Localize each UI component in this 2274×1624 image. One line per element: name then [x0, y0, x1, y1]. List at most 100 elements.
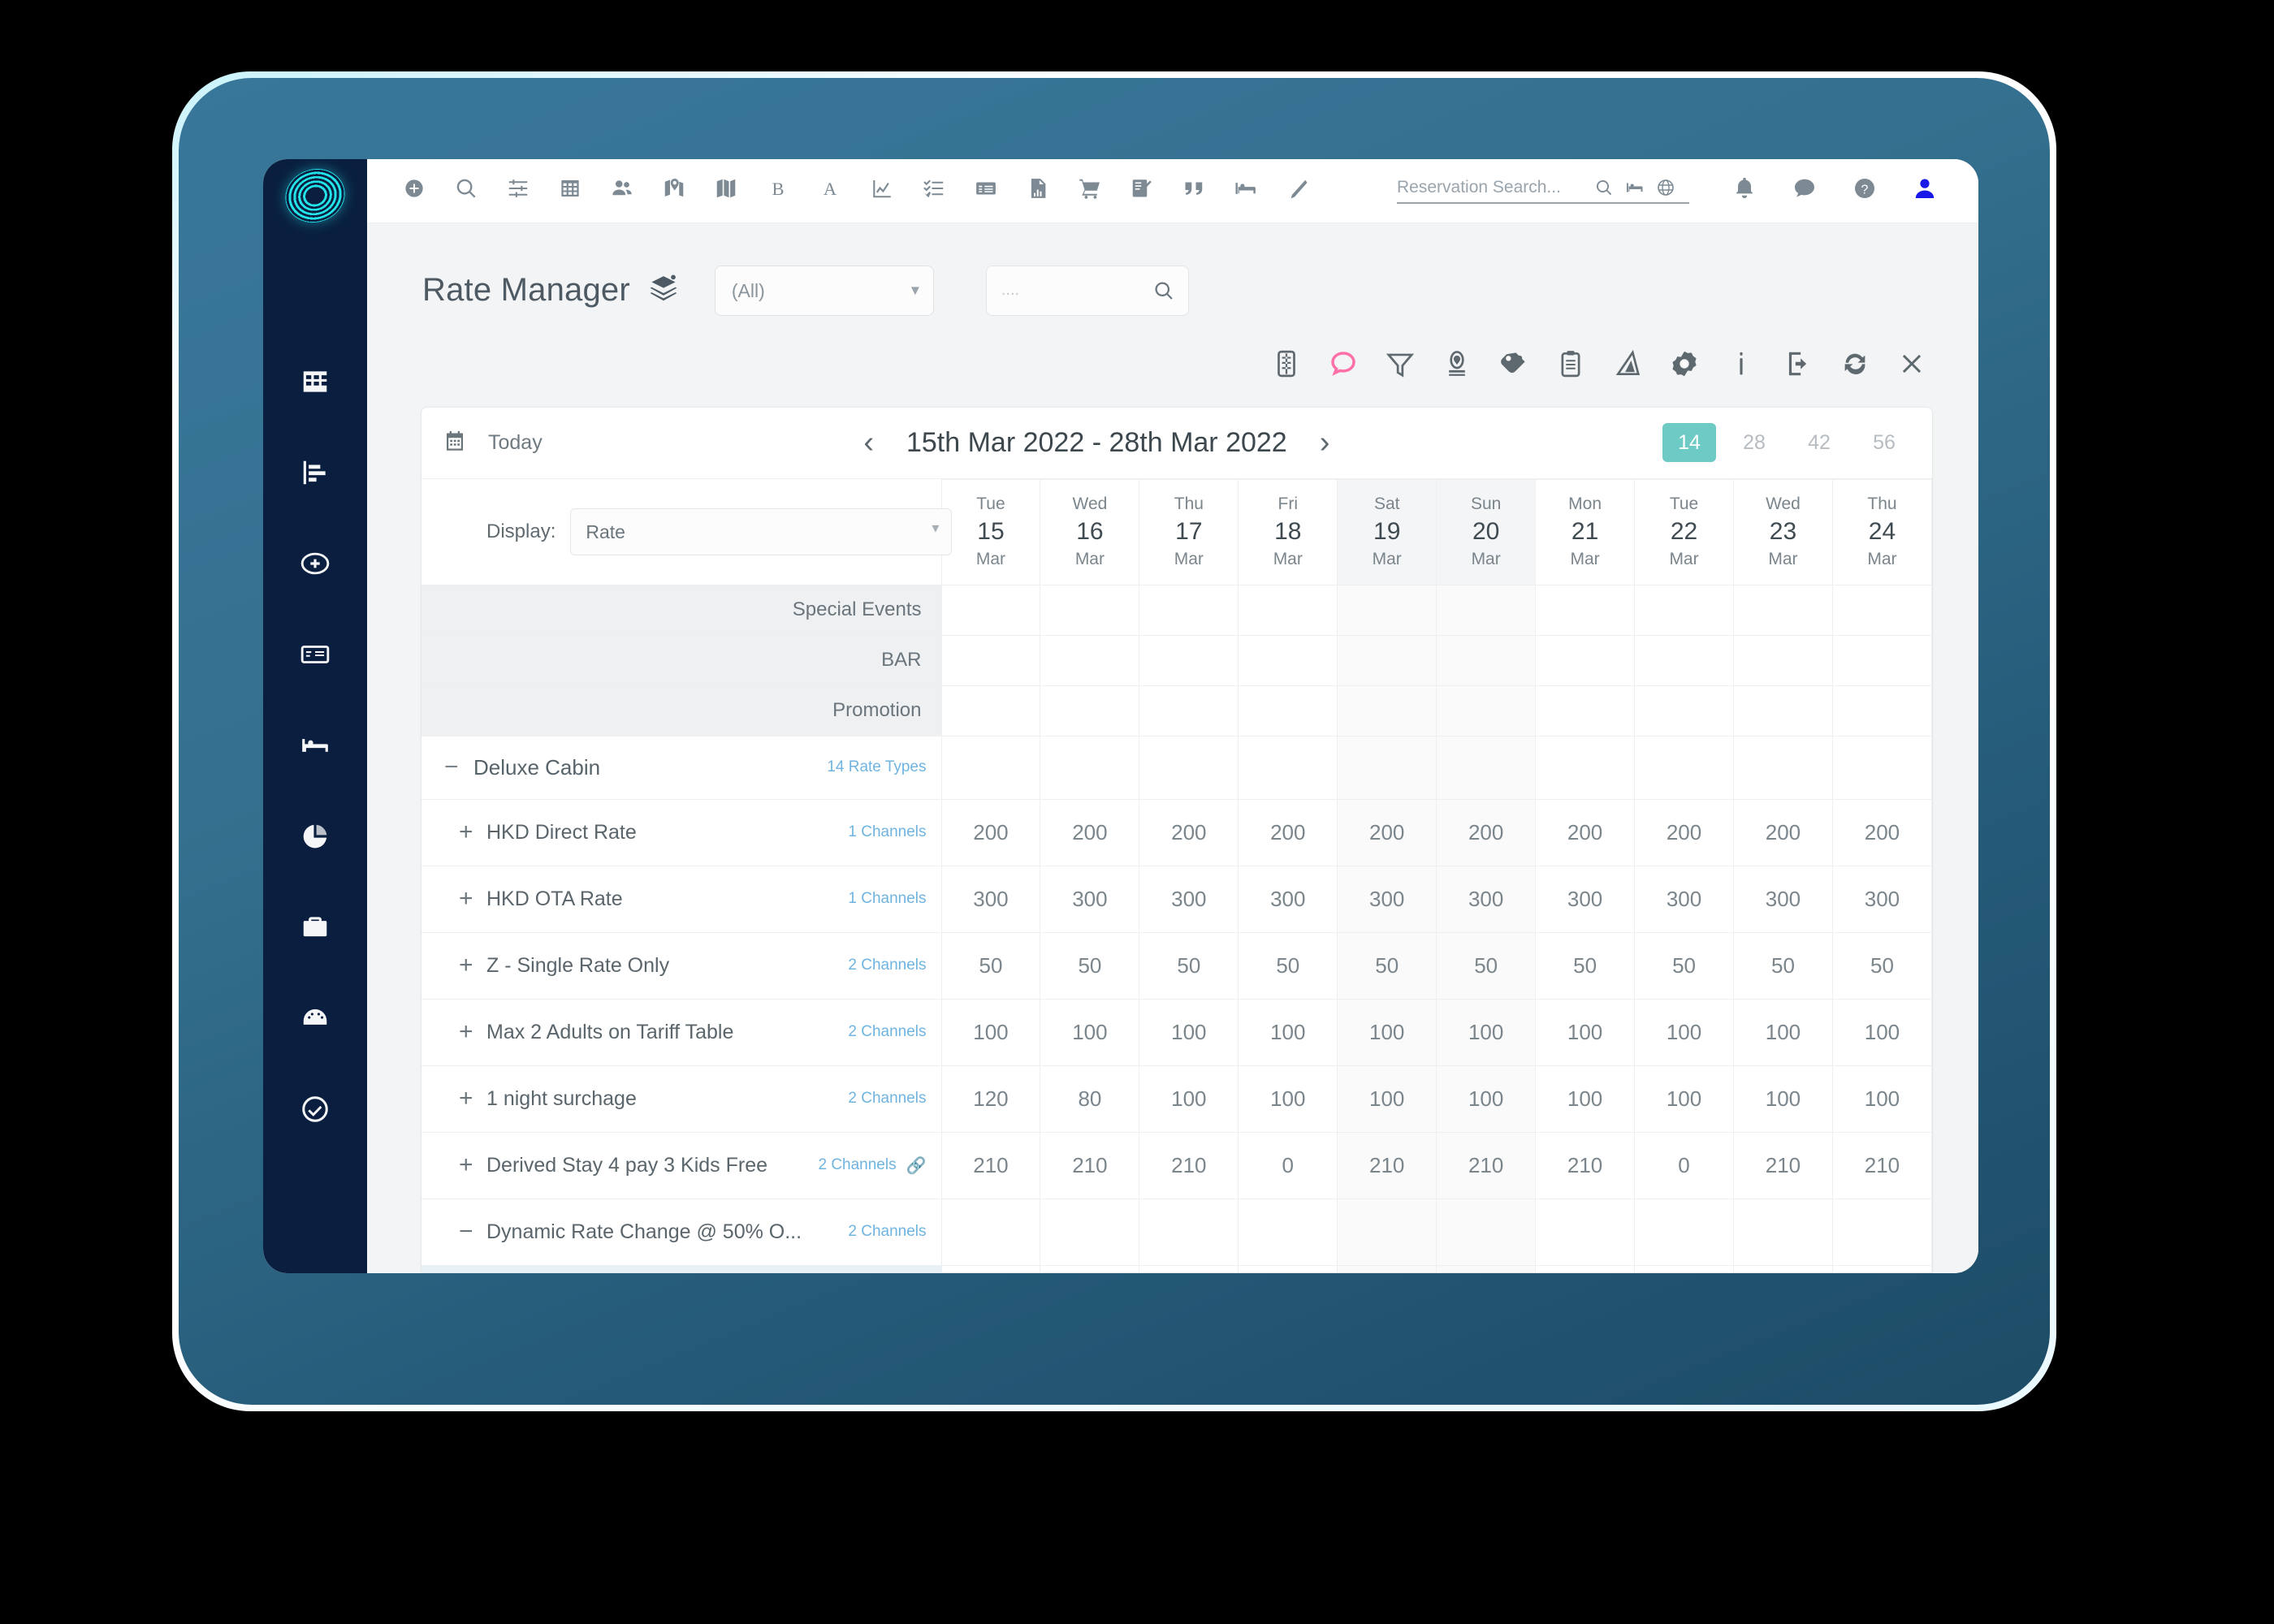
expand-toggle-icon[interactable]: +: [459, 952, 486, 979]
property-select[interactable]: (All): [714, 265, 934, 316]
reservation-search[interactable]: [1397, 177, 1689, 204]
rate-cell[interactable]: 120: [940, 1065, 1041, 1133]
rate-row-label[interactable]: + HKD OTA Rate 1 Channels: [422, 865, 942, 933]
alert-button[interactable]: [1606, 345, 1649, 387]
rate-cell[interactable]: [1535, 1198, 1636, 1266]
toolbar-bold-button[interactable]: B: [752, 165, 804, 217]
settings-button[interactable]: [1663, 345, 1706, 387]
rate-cell[interactable]: 50: [1238, 931, 1338, 1000]
toolbar-plus-circle-button[interactable]: [388, 165, 440, 217]
toolbar-wrench-button[interactable]: [1272, 165, 1324, 217]
rate-cell[interactable]: 50: [1634, 931, 1734, 1000]
sidebar-item-guests[interactable]: [263, 611, 367, 702]
toolbar-payment-card-button[interactable]: [960, 165, 1012, 217]
toolbar-sliders-button[interactable]: [492, 165, 544, 217]
rate-cell[interactable]: 90: [940, 1264, 1041, 1272]
search-icon[interactable]: [1152, 279, 1175, 306]
rate-cell[interactable]: 100: [1238, 1065, 1338, 1133]
rate-cell[interactable]: [940, 1198, 1041, 1266]
meta-cell[interactable]: [940, 685, 1041, 736]
expand-toggle-icon[interactable]: +: [459, 885, 486, 913]
rate-cell[interactable]: 200: [1337, 798, 1437, 866]
rate-cell[interactable]: 50: [1337, 931, 1437, 1000]
meta-cell[interactable]: [940, 584, 1041, 636]
rate-cell[interactable]: 90: [1535, 1264, 1636, 1272]
rate-cell[interactable]: 50: [1139, 931, 1239, 1000]
meta-cell[interactable]: [1733, 634, 1833, 686]
rate-cell[interactable]: 210: [1733, 1131, 1833, 1199]
rate-cell[interactable]: 50: [1040, 931, 1140, 1000]
rate-cell[interactable]: 100: [1436, 998, 1537, 1066]
rate-cell[interactable]: [1139, 1198, 1239, 1266]
rate-cell[interactable]: 0: [1238, 1131, 1338, 1199]
layers-icon[interactable]: [648, 273, 679, 308]
rate-cell[interactable]: 100: [1040, 998, 1140, 1066]
rate-cell[interactable]: 100: [1831, 1065, 1932, 1133]
toolbar-quote-button[interactable]: [1168, 165, 1220, 217]
rate-cell[interactable]: [1337, 1198, 1437, 1266]
rate-cell[interactable]: 90: [1337, 1264, 1437, 1272]
rate-row-label[interactable]: − Dynamic Rate Change @ 50% O... 2 Chann…: [422, 1198, 942, 1266]
comment-button[interactable]: [1322, 345, 1364, 387]
rate-cell[interactable]: 50: [1831, 931, 1932, 1000]
rate-cell[interactable]: 50: [1733, 931, 1833, 1000]
meta-cell[interactable]: [1436, 634, 1537, 686]
expand-toggle-icon[interactable]: +: [459, 1151, 486, 1179]
bulk-update-button[interactable]: [1265, 345, 1308, 387]
sidebar-item-grid[interactable]: [263, 338, 367, 429]
filter-search-input[interactable]: [986, 281, 1133, 300]
rate-cell[interactable]: 50: [940, 931, 1041, 1000]
filter-search[interactable]: [985, 265, 1189, 316]
rate-cell[interactable]: 90: [1139, 1264, 1239, 1272]
toolbar-cart-button[interactable]: [1064, 165, 1116, 217]
rate-cell[interactable]: 100: [1831, 998, 1932, 1066]
next-period-button[interactable]: ›: [1315, 427, 1335, 458]
sidebar-item-tools[interactable]: [263, 883, 367, 974]
rate-types-count[interactable]: 14 Rate Types: [827, 758, 926, 776]
clipboard-button[interactable]: [1550, 345, 1592, 387]
close-button[interactable]: [1891, 345, 1933, 387]
rate-cell[interactable]: 200: [1040, 798, 1140, 866]
rate-cell[interactable]: 90: [1238, 1264, 1338, 1272]
toolbar-search-button[interactable]: [440, 165, 492, 217]
filter-button[interactable]: [1379, 345, 1421, 387]
rate-group-label[interactable]: − Deluxe Cabin 14 Rate Types: [422, 735, 942, 800]
meta-cell[interactable]: [1238, 685, 1338, 736]
rate-cell[interactable]: 100: [1733, 998, 1833, 1066]
meta-cell[interactable]: [1436, 584, 1537, 636]
meta-cell[interactable]: [1040, 634, 1140, 686]
toolbar-map-button[interactable]: [700, 165, 752, 217]
notifications-button[interactable]: [1718, 165, 1770, 217]
channels-count[interactable]: 2 Channels: [848, 1023, 926, 1041]
meta-cell[interactable]: [1139, 634, 1239, 686]
span-button-14[interactable]: 14: [1662, 423, 1716, 463]
rate-cell[interactable]: 300: [1733, 865, 1833, 933]
rate-cell[interactable]: 100: [1337, 998, 1437, 1066]
meta-cell[interactable]: [1139, 584, 1239, 636]
rate-cell[interactable]: 100: [1733, 1065, 1833, 1133]
rate-cell[interactable]: 50: [1535, 931, 1636, 1000]
rate-row-label[interactable]: + Derived Stay 4 pay 3 Kids Free 2 Chann…: [422, 1131, 942, 1199]
rate-cell[interactable]: 200: [1535, 798, 1636, 866]
tag-button[interactable]: [1493, 345, 1535, 387]
rate-cell[interactable]: 300: [1040, 865, 1140, 933]
meta-cell[interactable]: [1436, 685, 1537, 736]
rate-cell[interactable]: 300: [1535, 865, 1636, 933]
rate-row-label[interactable]: + HKD Direct Rate 1 Channels: [422, 798, 942, 866]
info-button[interactable]: [1720, 345, 1762, 387]
meta-cell[interactable]: [1535, 685, 1636, 736]
sidebar-item-analytics[interactable]: [263, 793, 367, 883]
toolbar-signature-button[interactable]: [1116, 165, 1168, 217]
rate-cell[interactable]: 210: [1535, 1131, 1636, 1199]
rate-cell[interactable]: 200: [1238, 798, 1338, 866]
channels-count[interactable]: 1 Channels: [848, 890, 926, 908]
toolbar-calendar-grid-button[interactable]: [544, 165, 596, 217]
rate-cell[interactable]: 300: [1337, 865, 1437, 933]
collapse-toggle-icon[interactable]: −: [459, 1218, 486, 1246]
rate-row-label[interactable]: + Max 2 Adults on Tariff Table 2 Channel…: [422, 998, 942, 1066]
bed-icon[interactable]: [1619, 178, 1650, 197]
rate-cell[interactable]: 90: [1831, 1264, 1932, 1272]
rate-cell[interactable]: 100: [1238, 998, 1338, 1066]
rate-cell[interactable]: 80: [1040, 1065, 1140, 1133]
sidebar-item-add[interactable]: [263, 520, 367, 611]
